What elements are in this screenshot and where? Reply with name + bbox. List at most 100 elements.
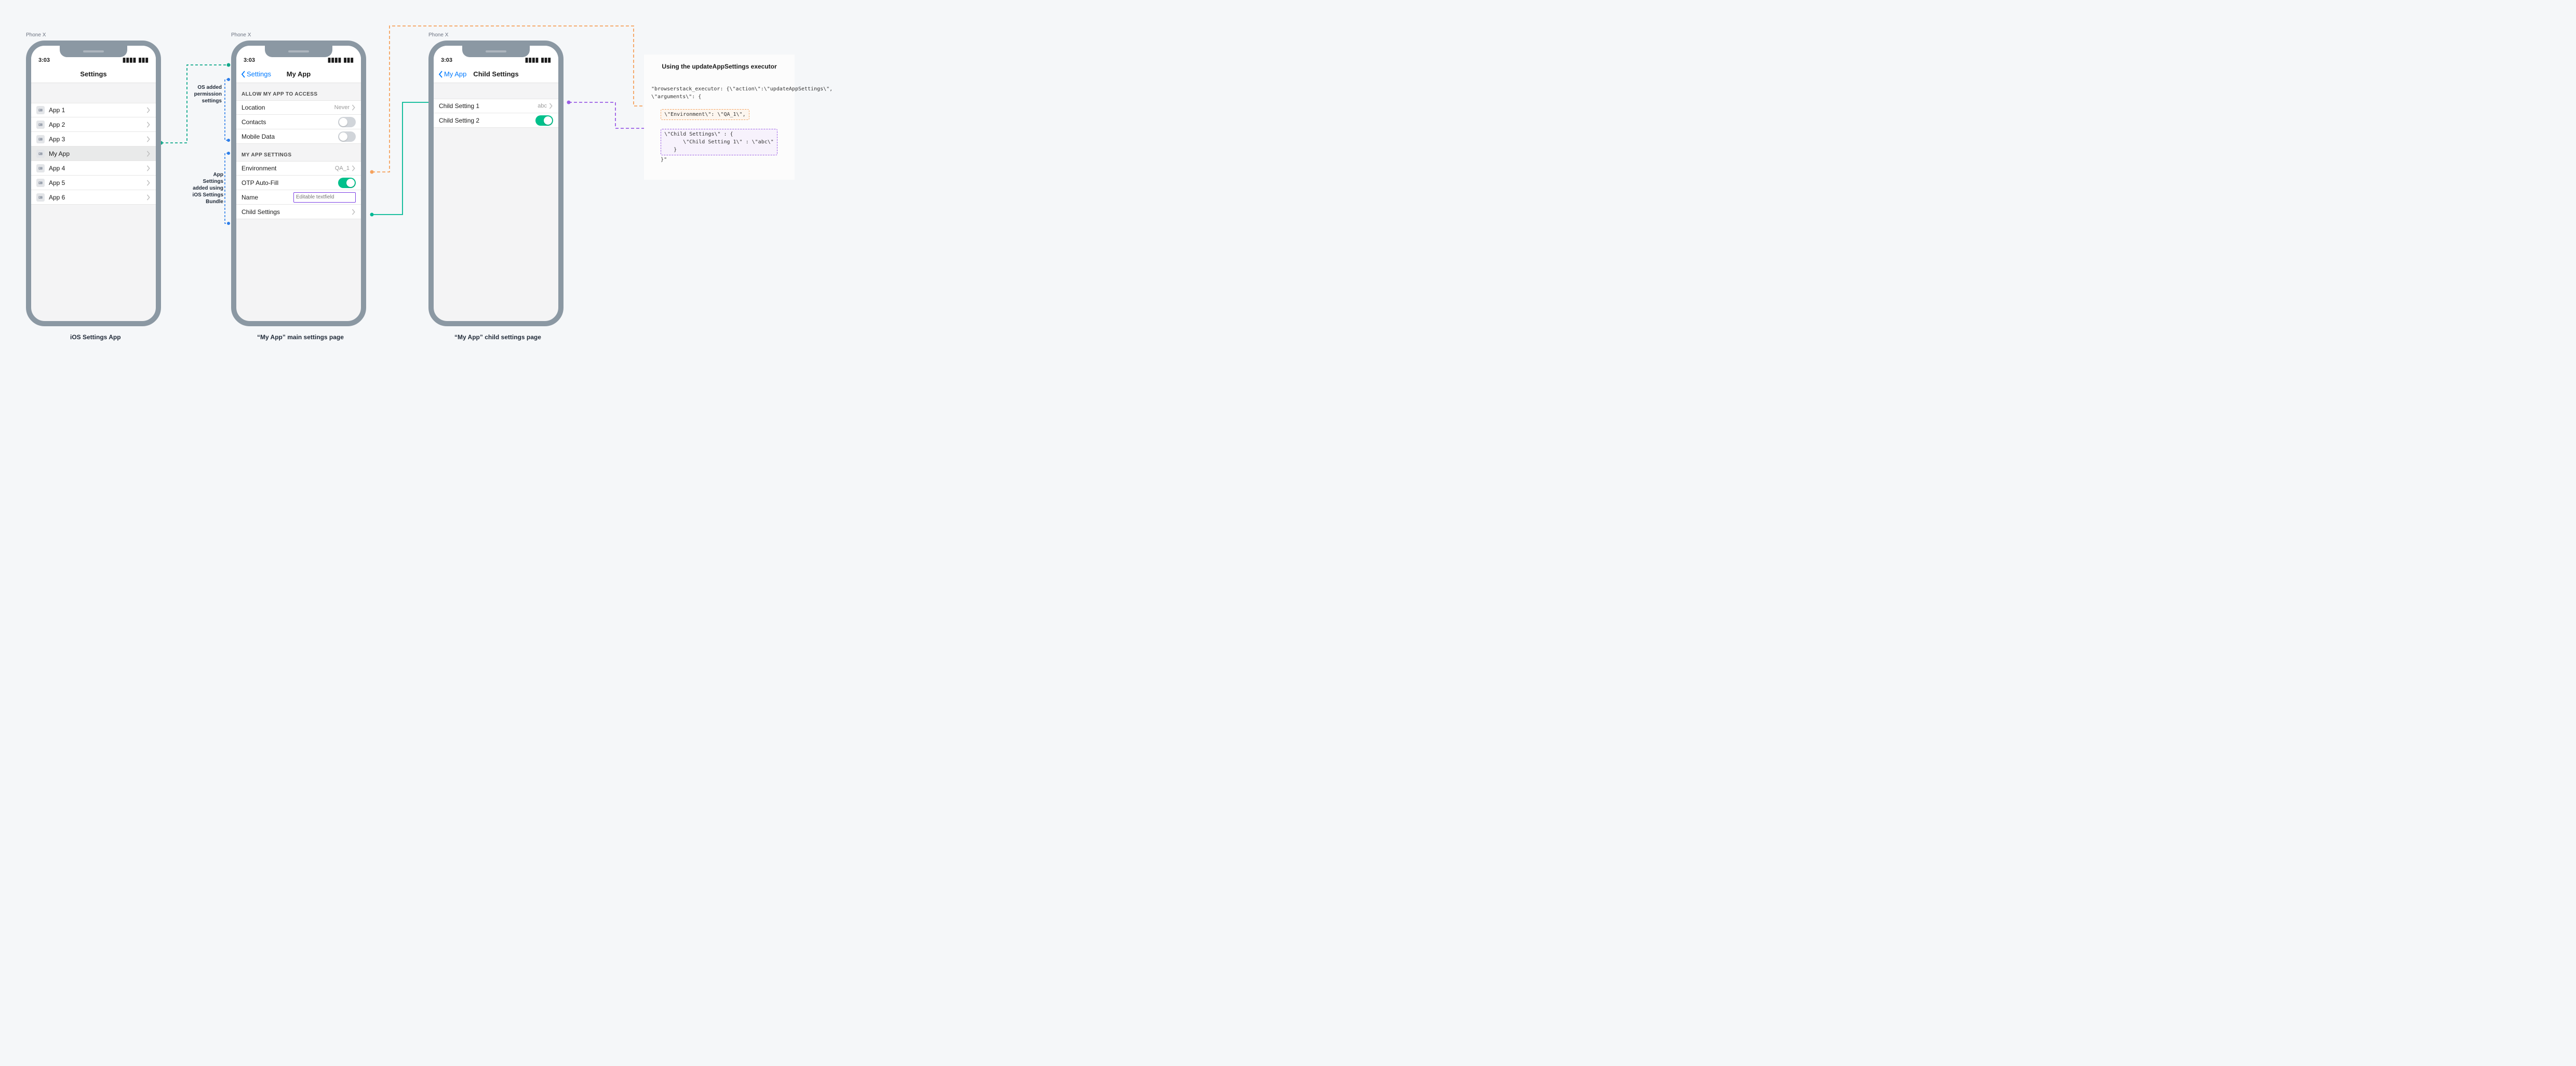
section-app-settings: MY APP SETTINGS [236,144,361,161]
chevron-left-icon [438,71,443,78]
name-label: Name [242,194,293,201]
environment-row[interactable]: Environment QA_1 [236,161,361,176]
app-icon [36,106,45,114]
childsettings-label: Child Settings [242,208,352,216]
app-row-3[interactable]: App 3 [31,132,156,146]
app-row-1[interactable]: App 1 [31,103,156,117]
chevron-right-icon [352,165,356,171]
chevron-right-icon [549,103,553,109]
chevron-right-icon [352,209,356,215]
childsetting2-toggle[interactable] [535,115,553,126]
mobiledata-label: Mobile Data [242,133,338,140]
nav-title: Settings [80,70,106,78]
app-label: App 4 [49,165,146,172]
app-row-6[interactable]: App 6 [31,190,156,205]
environment-value: QA_1 [335,165,350,171]
caption-phone-1: iOS Settings App [70,334,121,341]
app-label: App 5 [49,179,146,186]
app-label: My App [49,150,146,157]
phone-1-frame: 3:03 ▮▮▮▮ ▮▮▮ Settings App 1 App 2 App 3… [26,41,161,326]
app-row-2[interactable]: App 2 [31,117,156,132]
app-icon [36,179,45,187]
mobiledata-row[interactable]: Mobile Data [236,129,361,144]
back-button[interactable]: My App [438,70,466,78]
code-panel: Using the updateAppSettings executor "br… [644,55,795,180]
signal-icon: ▮▮▮▮ [525,56,539,63]
mobiledata-toggle[interactable] [338,131,356,142]
app-row-myapp[interactable]: My App [31,146,156,161]
app-label: App 2 [49,121,146,128]
contacts-toggle[interactable] [338,117,356,127]
phone-2-frame: 3:03 ▮▮▮▮ ▮▮▮ Settings My App ALLOW MY A… [231,41,366,326]
chevron-right-icon [146,165,151,171]
childsetting2-label: Child Setting 2 [439,117,535,124]
childsetting1-value: abc [538,103,547,109]
status-icons: ▮▮▮▮ ▮▮▮ [123,56,149,63]
notch [265,46,332,57]
caption-phone-3: “My App” child settings page [454,334,541,341]
app-label: App 1 [49,106,146,114]
battery-icon: ▮▮▮ [343,56,354,63]
back-button[interactable]: Settings [240,70,271,78]
battery-icon: ▮▮▮ [541,56,551,63]
childsetting1-label: Child Setting 1 [439,102,538,110]
device-label-2: Phone X [231,32,251,38]
code-line-2: \"arguments\": { [651,94,701,100]
signal-icon: ▮▮▮▮ [328,56,341,63]
chevron-right-icon [352,104,356,111]
app-label: App 3 [49,136,146,143]
app-icon [36,164,45,172]
chevron-right-icon [146,180,151,186]
phone-3-frame: 3:03 ▮▮▮▮ ▮▮▮ My App Child Settings Chil… [428,41,564,326]
environment-label: Environment [242,165,335,172]
code-child-highlight: \"Child Settings\" : { \"Child Setting 1… [661,129,777,155]
chevron-right-icon [146,107,151,113]
code-body: "browserstack_executor: {\"action\":\"up… [651,77,787,171]
code-title: Using the updateAppSettings executor [651,63,787,70]
otp-row[interactable]: OTP Auto-Fill [236,176,361,190]
section-allow-access: ALLOW MY APP TO ACCESS [236,83,361,100]
location-value: Never [334,104,350,111]
code-line-1: "browserstack_executor: {\"action\":\"up… [651,86,833,92]
name-row[interactable]: Name [236,190,361,205]
app-icon [36,135,45,143]
notch [462,46,530,57]
nav-title: Child Settings [473,70,518,78]
app-icon [36,193,45,202]
app-label: App 6 [49,194,146,201]
status-icons: ▮▮▮▮ ▮▮▮ [328,56,354,63]
chevron-right-icon [146,151,151,157]
app-row-4[interactable]: App 4 [31,161,156,176]
app-row-5[interactable]: App 5 [31,176,156,190]
caption-phone-2: “My App” main settings page [257,334,344,341]
location-label: Location [242,104,334,111]
clock: 3:03 [441,57,452,63]
name-input[interactable] [293,192,356,203]
device-label-3: Phone X [428,32,448,38]
childsettings-row[interactable]: Child Settings [236,205,361,219]
device-label-1: Phone X [26,32,46,38]
nav-title: My App [287,70,311,78]
annotation-settings-bundle: App Settings added using iOS Settings Bu… [182,171,223,205]
annotation-os-permissions: OS added permission settings [188,84,222,104]
clock: 3:03 [244,57,255,63]
battery-icon: ▮▮▮ [138,56,149,63]
chevron-right-icon [146,194,151,201]
notch [60,46,127,57]
childsetting1-row[interactable]: Child Setting 1 abc [434,99,558,113]
back-label: Settings [247,70,271,78]
location-row[interactable]: Location Never [236,100,361,115]
childsetting2-row[interactable]: Child Setting 2 [434,113,558,128]
contacts-row[interactable]: Contacts [236,115,361,129]
app-icon [36,150,45,158]
otp-label: OTP Auto-Fill [242,179,338,186]
chevron-right-icon [146,136,151,142]
nav-bar: Settings [31,65,156,83]
code-env-highlight: \"Environment\": \"QA_1\", [661,109,749,120]
otp-toggle[interactable] [338,178,356,188]
nav-bar: My App Child Settings [434,65,558,83]
contacts-label: Contacts [242,118,338,126]
nav-bar: Settings My App [236,65,361,83]
chevron-right-icon [146,122,151,128]
status-icons: ▮▮▮▮ ▮▮▮ [525,56,551,63]
